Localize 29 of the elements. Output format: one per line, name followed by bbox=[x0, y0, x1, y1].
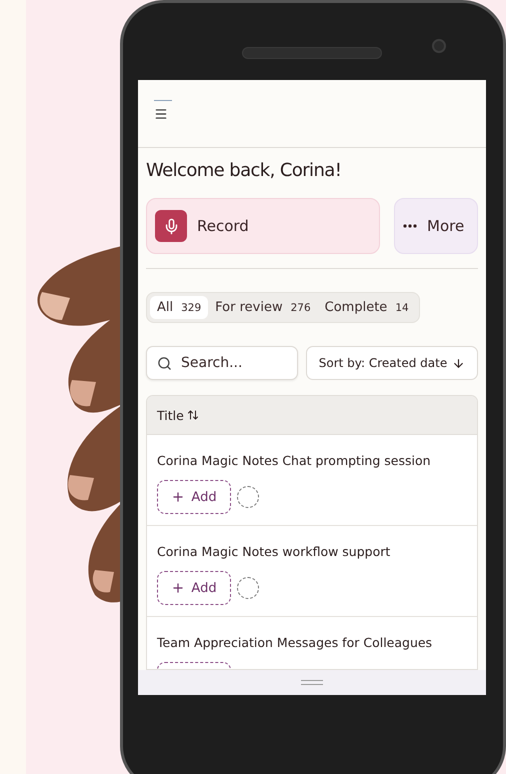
add-button[interactable]: Add bbox=[157, 571, 231, 605]
filter-tab[interactable]: Complete 14 bbox=[318, 296, 416, 319]
note-title: Corina Magic Notes Chat prompting session bbox=[157, 453, 432, 468]
note-row[interactable]: Corina Magic Notes workflow support Add bbox=[147, 526, 477, 617]
note-title: Team Appreciation Messages for Colleagues bbox=[157, 635, 434, 650]
sort-arrows-icon bbox=[186, 409, 199, 421]
more-button[interactable]: More bbox=[394, 198, 478, 254]
welcome-heading: Welcome back, Corina! bbox=[146, 160, 342, 181]
column-heading: Title bbox=[157, 408, 184, 422]
record-button[interactable]: Record bbox=[146, 198, 380, 254]
search-icon bbox=[157, 356, 172, 371]
table-header[interactable]: Title bbox=[147, 396, 477, 435]
search-field[interactable]: Search... bbox=[146, 346, 298, 380]
sort-button[interactable]: Sort by: Created date bbox=[306, 346, 478, 380]
menu-icon[interactable] bbox=[154, 107, 168, 121]
filter-tab[interactable]: All 329 bbox=[150, 296, 208, 319]
filter-tab[interactable]: For review 276 bbox=[208, 296, 318, 319]
camera-icon bbox=[432, 39, 446, 53]
drag-handle-icon[interactable] bbox=[301, 680, 323, 685]
dashed-circle-icon[interactable] bbox=[237, 486, 259, 508]
plus-icon bbox=[171, 490, 186, 504]
ellipsis-icon bbox=[403, 224, 417, 228]
note-title: Corina Magic Notes workflow support bbox=[157, 544, 392, 559]
arrow-down-icon bbox=[452, 356, 466, 370]
note-row[interactable]: Corina Magic Notes Chat prompting session Add bbox=[147, 435, 477, 526]
add-button[interactable]: Add bbox=[157, 480, 231, 514]
microphone-icon bbox=[155, 210, 187, 242]
plus-icon bbox=[171, 581, 186, 595]
dashed-circle-icon[interactable] bbox=[237, 577, 259, 599]
